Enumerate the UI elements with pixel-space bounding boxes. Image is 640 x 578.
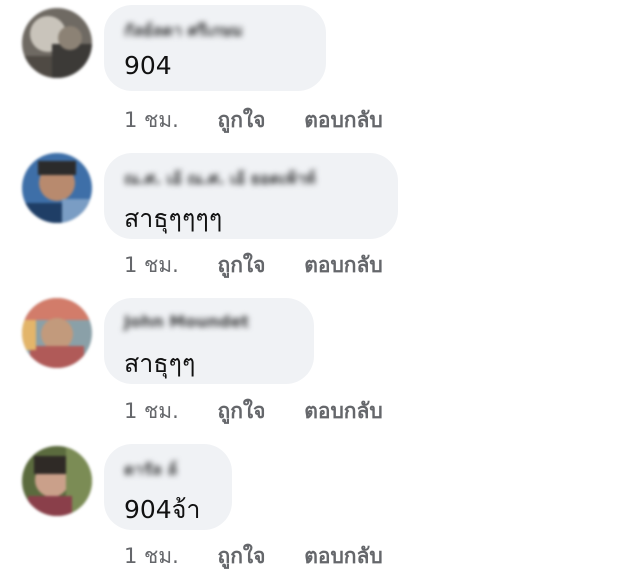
comment-text: สาธุๆๆๆๆ — [124, 204, 223, 233]
comment-text: 904จ้า — [124, 495, 201, 524]
reply-button[interactable]: ตอบกลับ — [304, 540, 383, 573]
timestamp[interactable]: 1 ชม. — [124, 395, 179, 428]
avatar[interactable] — [22, 446, 92, 516]
commenter-name[interactable]: John Moundet — [124, 312, 249, 331]
avatar[interactable] — [22, 153, 92, 223]
avatar[interactable] — [22, 8, 92, 78]
comment-bubble: John Moundet สาธุๆๆ — [104, 298, 314, 384]
commenter-name[interactable]: ณ.ศ. เอ้ ณ.ศ. เอ้ ยอดเพ้าท์ — [124, 167, 316, 192]
timestamp[interactable]: 1 ชม. — [124, 249, 179, 282]
timestamp[interactable]: 1 ชม. — [124, 540, 179, 573]
like-button[interactable]: ถูกใจ — [218, 395, 266, 428]
comment-actions: 1 ชม. ถูกใจ ตอบกลับ — [124, 104, 415, 137]
comment-text: 904 — [124, 51, 172, 80]
comment-actions: 1 ชม. ถูกใจ ตอบกลับ — [124, 540, 415, 573]
comment-bubble: กัลย์ลดา ศรีเกษม 904 — [104, 5, 326, 91]
like-button[interactable]: ถูกใจ — [218, 104, 266, 137]
comment-text: สาธุๆๆ — [124, 349, 196, 378]
comment-actions: 1 ชม. ถูกใจ ตอบกลับ — [124, 249, 415, 282]
timestamp[interactable]: 1 ชม. — [124, 104, 179, 137]
reply-button[interactable]: ตอบกลับ — [304, 395, 383, 428]
commenter-name[interactable]: ดารัล ล์ — [124, 458, 177, 483]
like-button[interactable]: ถูกใจ — [218, 249, 266, 282]
like-button[interactable]: ถูกใจ — [218, 540, 266, 573]
comment-bubble: ณ.ศ. เอ้ ณ.ศ. เอ้ ยอดเพ้าท์ สาธุๆๆๆๆ — [104, 153, 398, 239]
avatar[interactable] — [22, 298, 92, 368]
commenter-name[interactable]: กัลย์ลดา ศรีเกษม — [124, 19, 243, 44]
comment-bubble: ดารัล ล์ 904จ้า — [104, 444, 232, 530]
reply-button[interactable]: ตอบกลับ — [304, 249, 383, 282]
reply-button[interactable]: ตอบกลับ — [304, 104, 383, 137]
comment-actions: 1 ชม. ถูกใจ ตอบกลับ — [124, 395, 415, 428]
